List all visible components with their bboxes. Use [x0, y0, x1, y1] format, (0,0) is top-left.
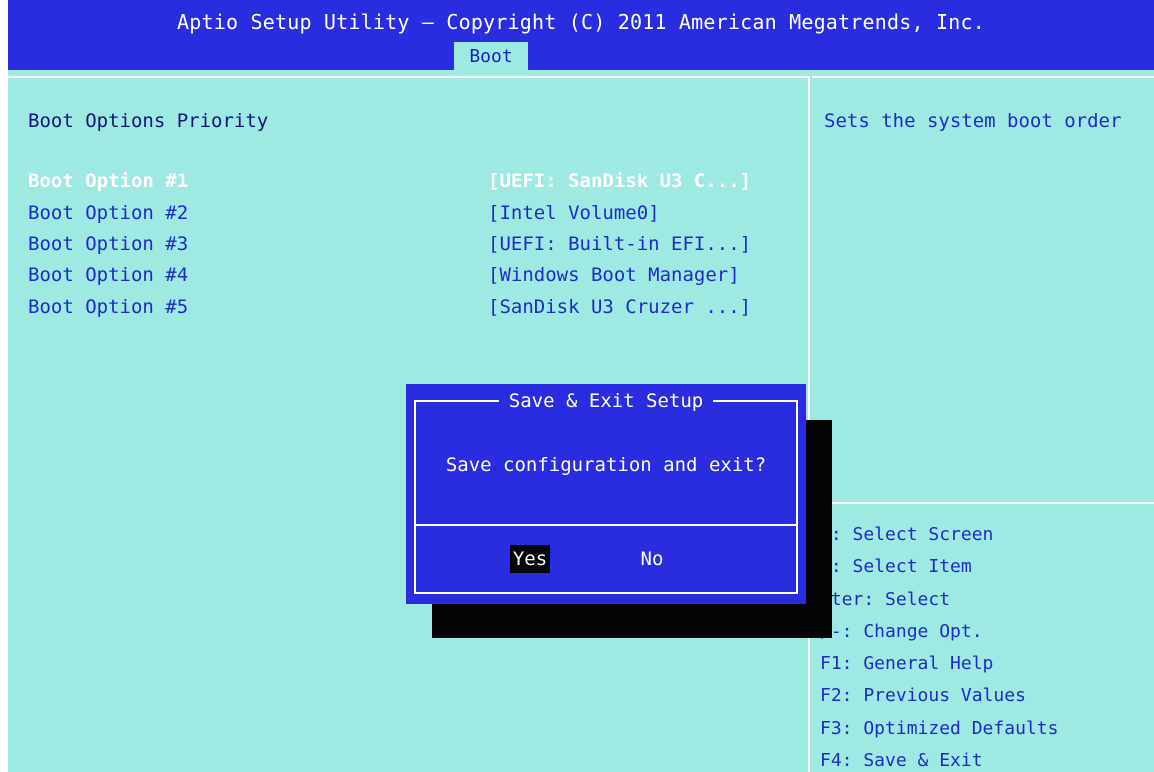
- dialog-separator: [416, 524, 796, 526]
- help-divider: [812, 502, 1154, 504]
- boot-option-2-label[interactable]: Boot Option #2: [28, 202, 188, 224]
- boot-option-3-label[interactable]: Boot Option #3: [28, 233, 188, 255]
- boot-option-2-value[interactable]: [Intel Volume0]: [488, 202, 660, 224]
- save-exit-dialog: Save & Exit Setup Save configuration and…: [406, 384, 806, 604]
- section-title: Boot Options Priority: [28, 110, 269, 132]
- help-panel: Sets the system boot order ←: Select Scr…: [812, 76, 1154, 772]
- key-save-exit: F4: Save & Exit: [820, 750, 983, 772]
- boot-option-5-value[interactable]: [SanDisk U3 Cruzer ...]: [488, 296, 751, 318]
- key-enter-select: nter: Select: [820, 588, 951, 610]
- boot-option-3-value[interactable]: [UEFI: Built-in EFI...]: [488, 233, 751, 255]
- boot-option-4-value[interactable]: [Windows Boot Manager]: [488, 264, 740, 286]
- no-button[interactable]: No: [632, 545, 672, 573]
- key-select-screen: ←: Select Screen: [820, 524, 994, 545]
- bios-screen: Aptio Setup Utility – Copyright (C) 2011…: [8, 0, 1154, 772]
- dialog-title: Save & Exit Setup: [406, 390, 806, 412]
- app-title: Aptio Setup Utility – Copyright (C) 2011…: [177, 10, 985, 34]
- key-previous-values: F2: Previous Values: [820, 685, 1026, 707]
- boot-option-1-label[interactable]: Boot Option #1: [28, 170, 188, 192]
- header-bar: Aptio Setup Utility – Copyright (C) 2011…: [8, 0, 1154, 70]
- key-select-item: ↓: Select Item: [820, 556, 972, 578]
- key-change-opt: /-: Change Opt.: [820, 620, 983, 642]
- key-optimized-defaults: F3: Optimized Defaults: [820, 717, 1059, 739]
- tab-boot[interactable]: Boot: [454, 42, 528, 70]
- key-legend: ←: Select Screen ↓: Select Item nter: Se…: [820, 519, 1058, 772]
- boot-option-4-label[interactable]: Boot Option #4: [28, 264, 188, 286]
- dialog-message: Save configuration and exit?: [445, 454, 767, 476]
- boot-option-5-label[interactable]: Boot Option #5: [28, 296, 188, 318]
- dialog-title-text: Save & Exit Setup: [498, 390, 714, 412]
- boot-option-1-value[interactable]: [UEFI: SanDisk U3 C...]: [488, 170, 751, 192]
- key-general-help: F1: General Help: [820, 653, 994, 675]
- yes-button[interactable]: Yes: [510, 545, 550, 573]
- help-description: Sets the system boot order: [824, 110, 1122, 132]
- dialog-frame: [414, 400, 798, 594]
